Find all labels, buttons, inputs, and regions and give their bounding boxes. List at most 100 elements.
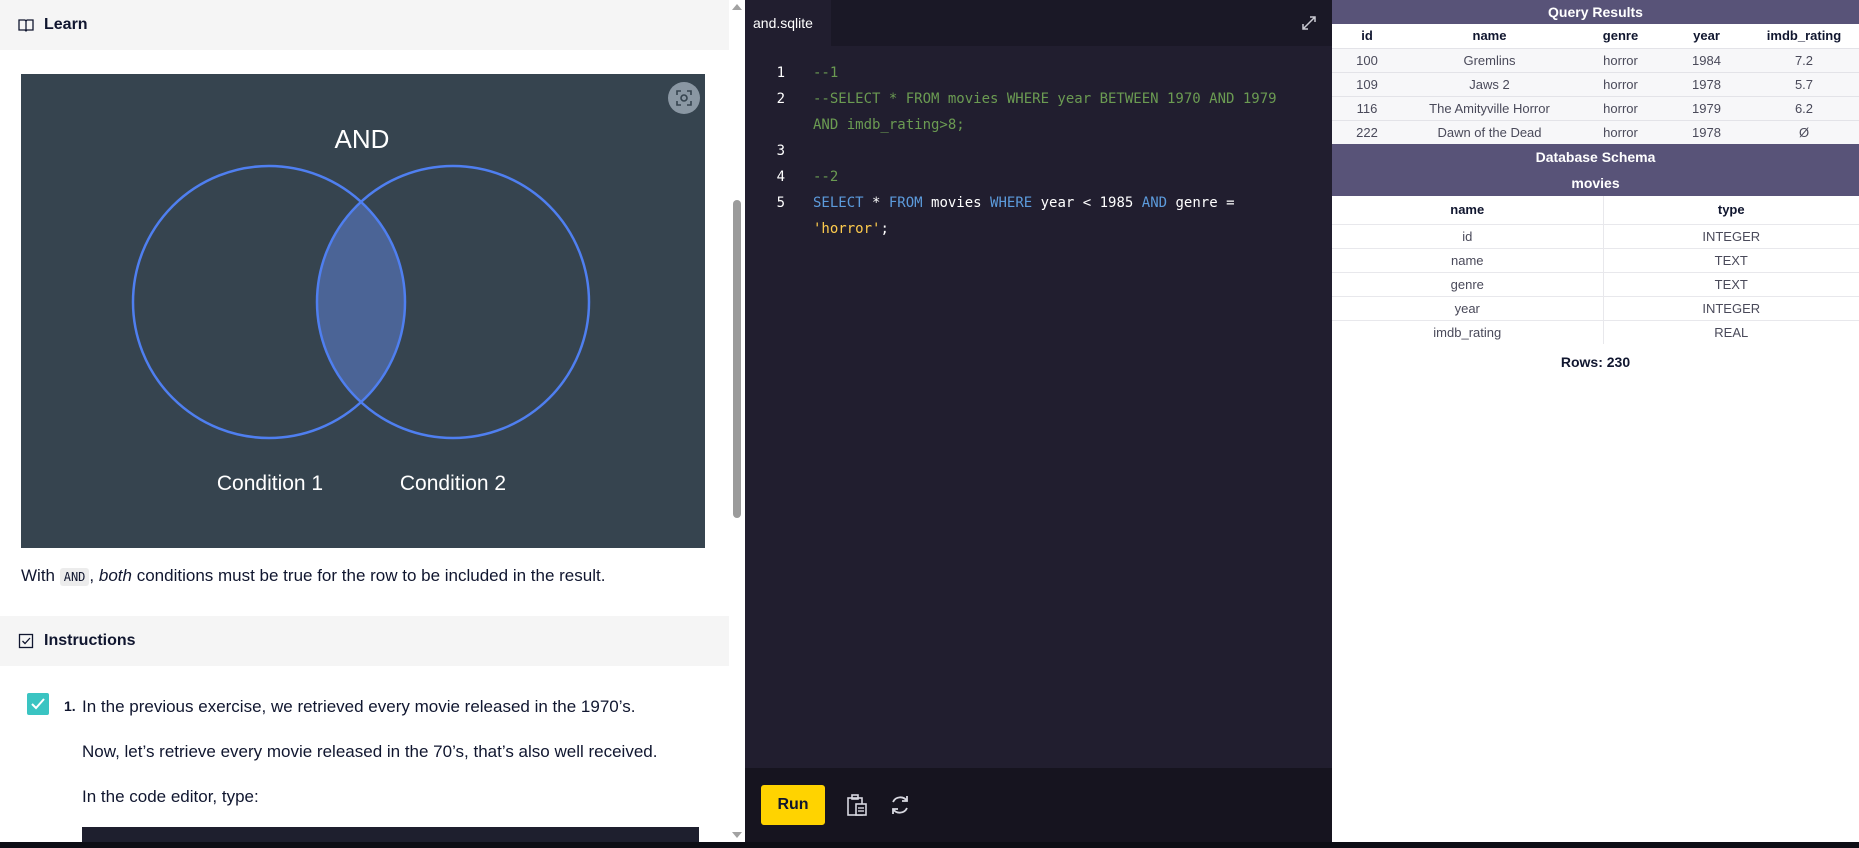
code-area[interactable]: 1 --1 2 --SELECT * FROM movies WHERE yea… [745,60,1332,242]
results-panel: Query Results id name genre year imdb_ra… [1332,0,1859,842]
schema-table: name type id INTEGER name TEXT genre TEXT y… [1332,196,1859,344]
task-checkbox[interactable] [27,693,49,715]
table-cell: Dawn of the Dead [1402,119,1577,144]
table-cell: 109 [1332,71,1402,96]
venn-diagram: AND Condition 1 Condition 2 [131,124,591,495]
query-results-title: Query Results [1332,0,1859,24]
table-row: year INTEGER [1332,295,1859,320]
table-cell: 1984 [1664,47,1749,72]
table-cell: horror [1577,71,1664,96]
table-cell: horror [1577,119,1664,144]
table-cell: id [1332,223,1603,248]
table-cell: Ø [1749,119,1859,144]
checkbox-icon [18,633,34,649]
query-results-table: id name genre year imdb_rating 100 Greml… [1332,24,1859,144]
table-row: genre TEXT [1332,271,1859,296]
code-token: movies [922,195,991,211]
clipboard-icon[interactable] [843,791,871,819]
code-text: --1 [813,65,839,81]
code-line: 1 --1 [745,60,1332,86]
column-header: imdb_rating [1766,28,1842,44]
learn-panel: Learn AND Condition 1 Condition 2 With A… [0,0,745,842]
table-cell: REAL [1602,319,1859,344]
line-number: 4 [776,169,785,185]
line-number: 1 [776,65,785,81]
scroll-thumb[interactable] [733,200,741,518]
instructions-title: Instructions [44,632,136,649]
expand-icon[interactable] [1300,14,1318,32]
table-cell: imdb_rating [1332,319,1603,344]
instructions-header[interactable]: Instructions [0,616,729,666]
table-row: 100 Gremlins horror 1984 7.2 [1332,47,1859,72]
scroll-down-arrow-icon[interactable] [732,832,742,838]
code-editor: and.sqlite 1 --1 2 --SELECT * FROM movie… [745,0,1332,842]
code-text: SELECT * FROM movies WHERE year < 1985 A… [813,190,1235,216]
table-cell: year [1332,295,1603,320]
schema-table-name: movies [1332,170,1859,196]
checkmark-icon [31,698,45,710]
string-literal: 'horror' [813,221,881,237]
column-header: id [1361,28,1373,44]
rows-count: Rows: 230 [1560,354,1631,370]
window-bottom-edge [0,842,1859,848]
table-row: 222 Dawn of the Dead horror 1978 Ø [1332,119,1859,144]
code-token: year < 1985 [1032,195,1142,211]
code-text: --2 [813,169,839,185]
table-header-row: name type [1332,196,1859,224]
code-snippet-block [82,827,699,842]
venn-intersection [317,166,405,438]
table-row: 116 The Amityville Horror horror 1979 6.… [1332,95,1859,120]
table-row: name TEXT [1332,247,1859,272]
code-line: 5 SELECT * FROM movies WHERE year < 1985… [745,190,1332,216]
column-header: year [1693,28,1720,44]
table-cell: INTEGER [1602,295,1859,320]
code-token: ; [880,221,889,237]
table-cell: 5.7 [1749,71,1859,96]
code-line-wrap: AND imdb_rating>8; [745,112,1332,138]
reset-icon[interactable] [886,791,914,819]
code-line-wrap: 'horror'; [745,216,1332,242]
table-cell: 1978 [1664,119,1749,144]
kw-and: AND [1141,195,1168,211]
column-header: name [1472,28,1507,44]
file-tab[interactable]: and.sqlite [745,0,831,46]
code-line: 4 --2 [745,164,1332,190]
and-description: With AND, both conditions must be true f… [21,566,605,586]
editor-tabbar: and.sqlite [745,0,1332,46]
learn-title: Learn [44,16,88,33]
table-cell: TEXT [1602,247,1859,272]
editor-bottombar: Run [745,768,1332,842]
step-line-3: In the code editor, type: [82,787,259,806]
code-text-wrap: 'horror'; [813,216,889,242]
column-header: type [1602,196,1859,224]
code-token: genre = [1167,195,1235,211]
table-cell: 1979 [1664,95,1749,120]
table-cell: TEXT [1602,271,1859,296]
line-number: 2 [776,91,785,107]
learn-scrollbar[interactable] [729,0,745,842]
table-cell: 100 [1332,47,1402,72]
table-cell: 6.2 [1749,95,1859,120]
code-token: * [863,195,889,211]
line-number: 3 [776,143,785,159]
step-line-2: Now, let’s retrieve every movie released… [82,742,658,761]
schema-title: Database Schema [1332,144,1859,170]
table-cell: 222 [1332,119,1402,144]
scroll-up-arrow-icon[interactable] [732,4,742,10]
table-cell: horror [1577,95,1664,120]
code-line: 2 --SELECT * FROM movies WHERE year BETW… [745,86,1332,112]
code-text: --SELECT * FROM movies WHERE year BETWEE… [813,91,1277,107]
table-cell: horror [1577,47,1664,72]
run-button[interactable]: Run [761,785,825,825]
code-line: 3 [745,138,1332,164]
table-row: 109 Jaws 2 horror 1978 5.7 [1332,71,1859,96]
book-icon [18,19,34,32]
table-cell: The Amityville Horror [1402,95,1577,120]
learn-header[interactable]: Learn [0,0,729,50]
fullscreen-image-button[interactable] [668,82,700,114]
desc-prefix: With [21,566,55,585]
table-cell: 1978 [1664,71,1749,96]
table-cell: 116 [1332,95,1402,120]
kw-from: FROM [888,195,923,211]
table-cell: Gremlins [1402,47,1577,72]
